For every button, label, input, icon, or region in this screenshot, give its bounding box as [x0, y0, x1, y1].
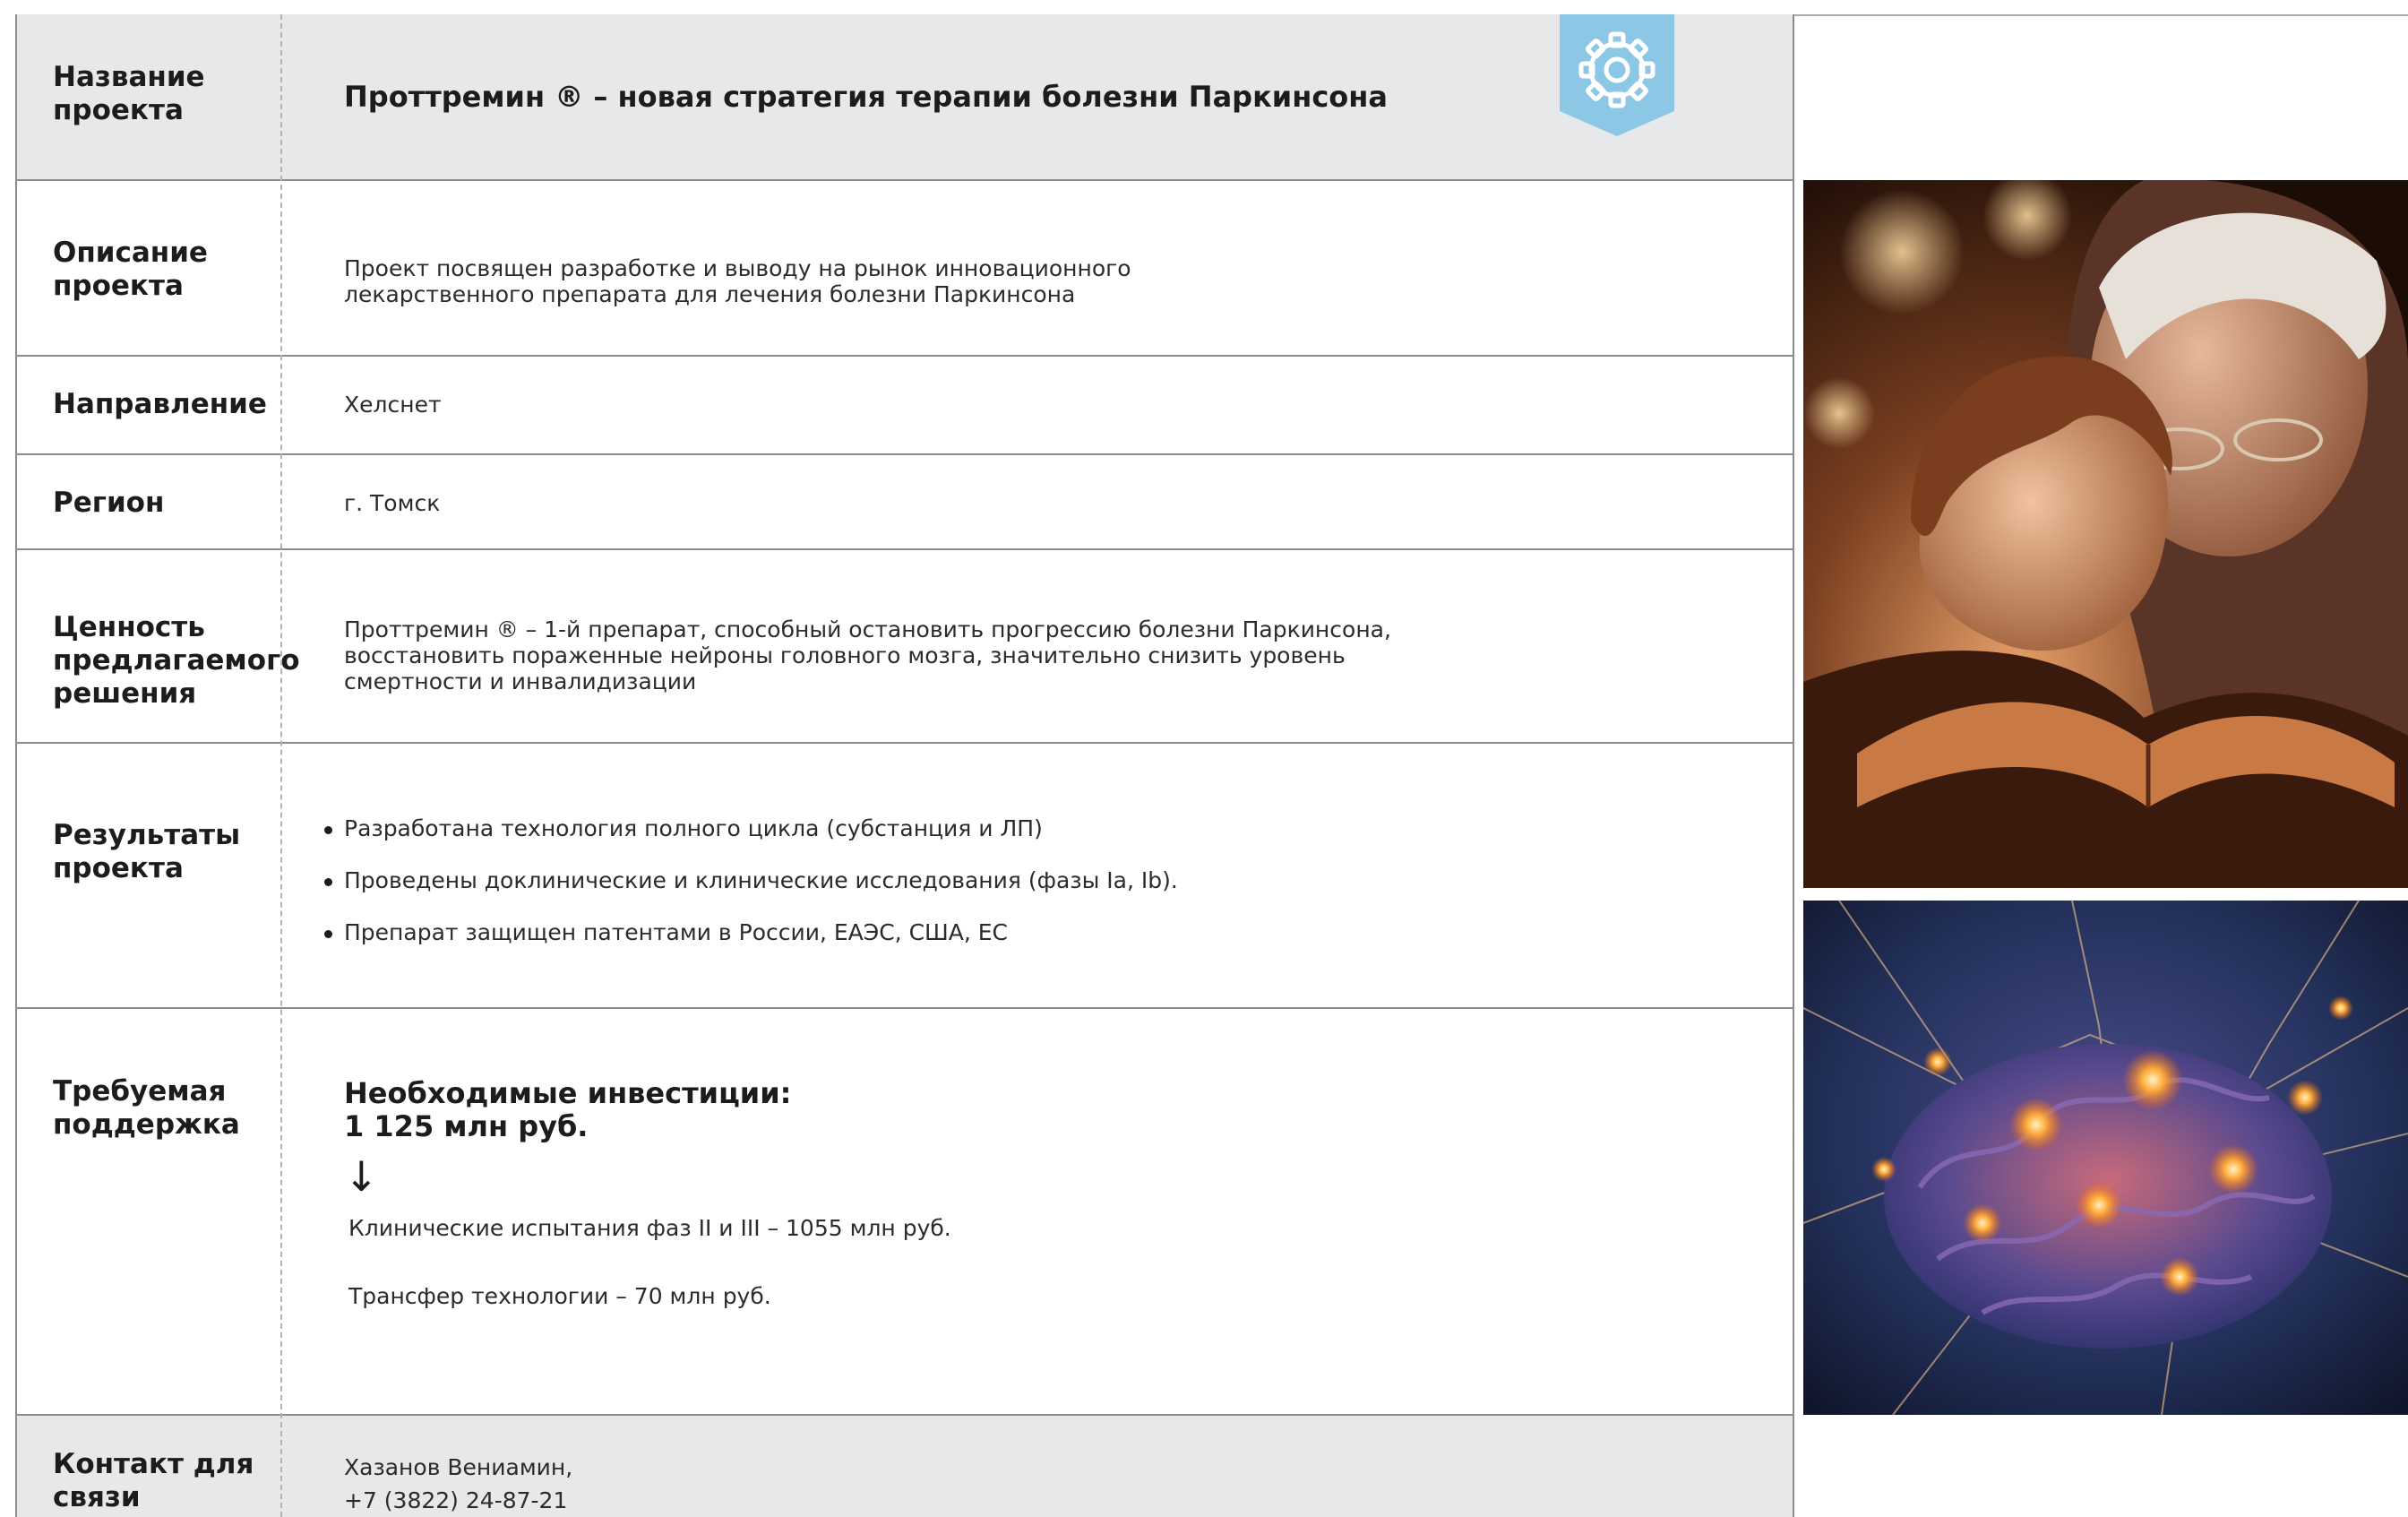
row-direction: Направление Хелснет [17, 357, 1793, 455]
investment-item: Клинические испытания фаз II и III – 105… [348, 1215, 951, 1241]
label-required-support: Требуемая поддержка [53, 1075, 240, 1141]
project-title: Проттремин ® – новая стратегия терапии б… [344, 80, 1388, 114]
results-list-wrap: Разработана технология полного цикла (су… [324, 815, 1757, 971]
solution-value-text: Проттремин ® – 1-й препарат, способный о… [344, 616, 1391, 694]
support-content: Необходимые инвестиции: 1 125 млн руб. ↓… [344, 1076, 1757, 1310]
label-direction: Направление [53, 388, 267, 420]
column-divider [280, 14, 282, 1517]
label-results: Результаты проекта [53, 819, 241, 884]
contact-name: Хазанов Вениамин, [344, 1454, 573, 1480]
row-project-name: Название проекта Проттремин ® – новая ст… [17, 14, 1793, 181]
investment-item: Трансфер технологии – 70 млн руб. [348, 1283, 771, 1309]
project-description-text: Проект посвящен разработке и выводу на р… [344, 255, 1131, 307]
photo-grandmother-child-reading [1803, 180, 2408, 888]
label-project-name: Название проекта [53, 61, 205, 126]
direction-value: Хелснет [344, 392, 442, 418]
contact-info: Хазанов Вениамин, +7 (3822) 24-87-21 [344, 1451, 1757, 1517]
results-item: Проведены доклинические и клинические ис… [324, 867, 1757, 919]
row-required-support: Требуемая поддержка Необходимые инвестиц… [17, 1009, 1793, 1416]
label-contact: Контакт для связи [53, 1448, 254, 1513]
gear-badge [1560, 14, 1674, 136]
row-results: Результаты проекта Разработана технологи… [17, 744, 1793, 1009]
label-region: Регион [53, 487, 165, 519]
investment-amount: 1 125 млн руб. [344, 1109, 589, 1143]
label-project-description: Описание проекта [53, 237, 208, 302]
results-list: Разработана технология полного цикла (су… [324, 815, 1757, 971]
arrow-down-icon: ↓ [344, 1152, 379, 1201]
row-region: Регион г. Томск [17, 455, 1793, 550]
row-project-description: Описание проекта Проект посвящен разрабо… [17, 181, 1793, 357]
investment-title: Необходимые инвестиции: [344, 1076, 792, 1110]
results-item: Разработана технология полного цикла (су… [324, 815, 1757, 867]
region-value: г. Томск [344, 490, 441, 516]
contact-phone: +7 (3822) 24-87-21 [344, 1487, 568, 1513]
photo-brain-neurons [1803, 901, 2408, 1415]
row-solution-value: Ценность предлагаемого решения Проттреми… [17, 550, 1793, 744]
gear-icon [1560, 14, 1674, 136]
row-contact: Контакт для связи Хазанов Вениамин, +7 (… [17, 1416, 1793, 1517]
label-solution-value: Ценность предлагаемого решения [53, 611, 300, 710]
results-item: Препарат защищен патентами в России, ЕАЭ… [324, 919, 1757, 971]
